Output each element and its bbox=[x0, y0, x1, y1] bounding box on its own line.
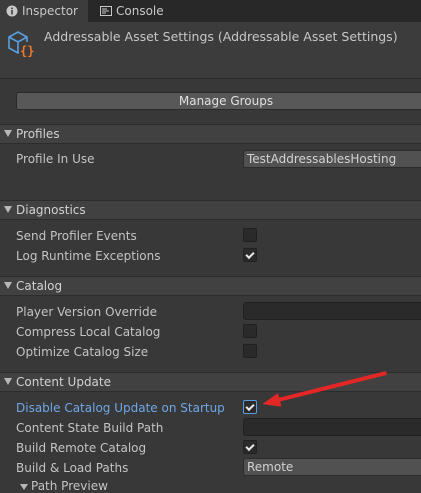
manage-groups-button[interactable]: Manage Groups bbox=[16, 92, 421, 110]
compress-local-catalog-label: Compress Local Catalog bbox=[16, 325, 161, 339]
foldout-expanded-icon bbox=[4, 282, 12, 289]
info-icon bbox=[6, 5, 18, 17]
tab-console-label: Console bbox=[116, 4, 164, 18]
tab-inspector[interactable]: Inspector bbox=[0, 0, 88, 22]
foldout-expanded-icon bbox=[4, 130, 12, 137]
page-title: Addressable Asset Settings (Addressable … bbox=[44, 29, 398, 44]
optimize-catalog-size-label: Optimize Catalog Size bbox=[16, 345, 149, 359]
build-load-paths-dropdown[interactable]: Remote bbox=[243, 458, 421, 476]
section-profiles-header[interactable]: Profiles bbox=[0, 124, 421, 144]
path-preview-foldout-icon[interactable] bbox=[20, 484, 28, 490]
profile-in-use-dropdown[interactable]: TestAddressablesHosting bbox=[243, 150, 421, 168]
build-remote-catalog-label: Build Remote Catalog bbox=[16, 441, 147, 455]
section-title: Profiles bbox=[16, 127, 60, 141]
player-version-override-input[interactable] bbox=[243, 302, 421, 320]
tab-console[interactable]: Console bbox=[94, 0, 174, 22]
log-runtime-exceptions-checkbox[interactable] bbox=[243, 248, 257, 262]
path-preview-label[interactable]: Path Preview bbox=[31, 479, 108, 493]
build-remote-catalog-checkbox[interactable] bbox=[243, 440, 257, 454]
foldout-expanded-icon bbox=[4, 206, 12, 213]
content-state-build-path-input[interactable] bbox=[243, 418, 421, 436]
send-profiler-events-label: Send Profiler Events bbox=[16, 229, 137, 243]
disable-catalog-update-label: Disable Catalog Update on Startup bbox=[16, 401, 225, 415]
svg-text:{}: {} bbox=[20, 44, 34, 58]
optimize-catalog-size-checkbox[interactable] bbox=[243, 344, 257, 358]
console-icon bbox=[100, 5, 112, 17]
profile-in-use-label: Profile In Use bbox=[16, 152, 95, 166]
section-catalog-header[interactable]: Catalog bbox=[0, 276, 421, 296]
asset-settings-icon: {} bbox=[6, 29, 36, 59]
tab-inspector-label: Inspector bbox=[22, 4, 78, 18]
section-title: Diagnostics bbox=[16, 203, 86, 217]
build-load-paths-label: Build & Load Paths bbox=[16, 461, 129, 475]
annotation-arrow-icon bbox=[260, 393, 282, 411]
disable-catalog-update-checkbox[interactable] bbox=[243, 400, 257, 414]
content-state-build-path-label: Content State Build Path bbox=[16, 421, 164, 435]
player-version-override-label: Player Version Override bbox=[16, 305, 158, 319]
section-title: Content Update bbox=[16, 375, 111, 389]
log-runtime-exceptions-label: Log Runtime Exceptions bbox=[16, 249, 161, 263]
foldout-expanded-icon bbox=[4, 378, 12, 385]
section-diagnostics-header[interactable]: Diagnostics bbox=[0, 200, 421, 220]
section-title: Catalog bbox=[16, 279, 63, 293]
send-profiler-events-checkbox[interactable] bbox=[243, 228, 257, 242]
compress-local-catalog-checkbox[interactable] bbox=[243, 324, 257, 338]
